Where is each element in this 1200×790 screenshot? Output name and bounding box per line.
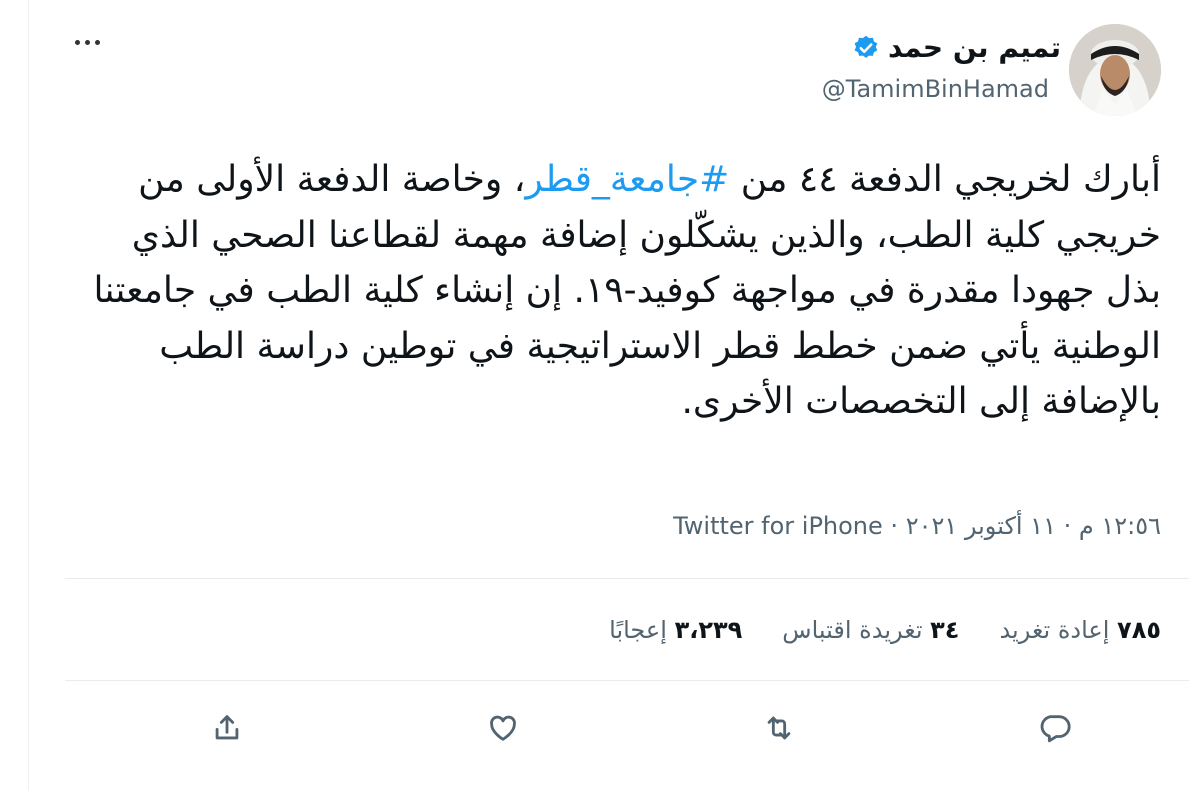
likes-label: إعجابًا [609, 616, 667, 644]
avatar[interactable] [1069, 24, 1161, 116]
tweet-text-part: أبارك لخريجي الدفعة ٤٤ من [729, 159, 1161, 200]
quotes-label: تغريدة اقتباس [782, 616, 923, 644]
display-name-text: تميم بن حمد [887, 31, 1061, 64]
tweet-time[interactable]: ١٢:٥٦ م [1079, 512, 1161, 540]
display-name[interactable]: تميم بن حمد [852, 30, 1061, 66]
hashtag-link[interactable]: #جامعة_قطر [525, 159, 729, 200]
retweets-label: إعادة تغريد [999, 616, 1110, 644]
tweet-actions [65, 700, 1189, 756]
verified-badge-icon [854, 35, 878, 58]
retweet-icon [767, 716, 791, 740]
reply-button[interactable] [1031, 704, 1079, 752]
quotes-stat[interactable]: ٣٤ تغريدة اقتباس [782, 612, 959, 648]
meta-separator: · [1055, 512, 1079, 540]
likes-count: ٣،٢٣٩ [674, 616, 743, 644]
divider [65, 578, 1189, 579]
meta-separator: · [882, 512, 906, 540]
retweet-button[interactable] [755, 704, 803, 752]
like-button[interactable] [479, 704, 527, 752]
tweet-meta: ١٢:٥٦ م · ١١ أكتوبر ٢٠٢١ · Twitter for i… [673, 508, 1161, 544]
tweet-date[interactable]: ١١ أكتوبر ٢٠٢١ [906, 512, 1056, 540]
share-icon [215, 715, 239, 740]
share-button[interactable] [203, 704, 251, 752]
tweet-text: أبارك لخريجي الدفعة ٤٤ من #جامعة_قطر، وخ… [81, 152, 1161, 430]
retweets-stat[interactable]: ٧٨٥ إعادة تغريد [999, 612, 1161, 648]
tweet-stats: ٧٨٥ إعادة تغريد ٣٤ تغريدة اقتباس ٣،٢٣٩ إ… [609, 612, 1161, 648]
retweets-count: ٧٨٥ [1117, 616, 1161, 644]
more-options-icon[interactable] [67, 22, 107, 62]
user-handle[interactable]: @TamimBinHamad [822, 72, 1049, 106]
likes-stat[interactable]: ٣،٢٣٩ إعجابًا [609, 612, 742, 648]
quotes-count: ٣٤ [930, 616, 960, 644]
reply-icon [1040, 715, 1071, 743]
tweet-source[interactable]: Twitter for iPhone [673, 512, 883, 540]
tweet-card: تميم بن حمد @TamimBinHamad أبارك لخريجي … [28, 0, 1200, 790]
like-icon [490, 715, 516, 741]
divider [65, 680, 1189, 681]
